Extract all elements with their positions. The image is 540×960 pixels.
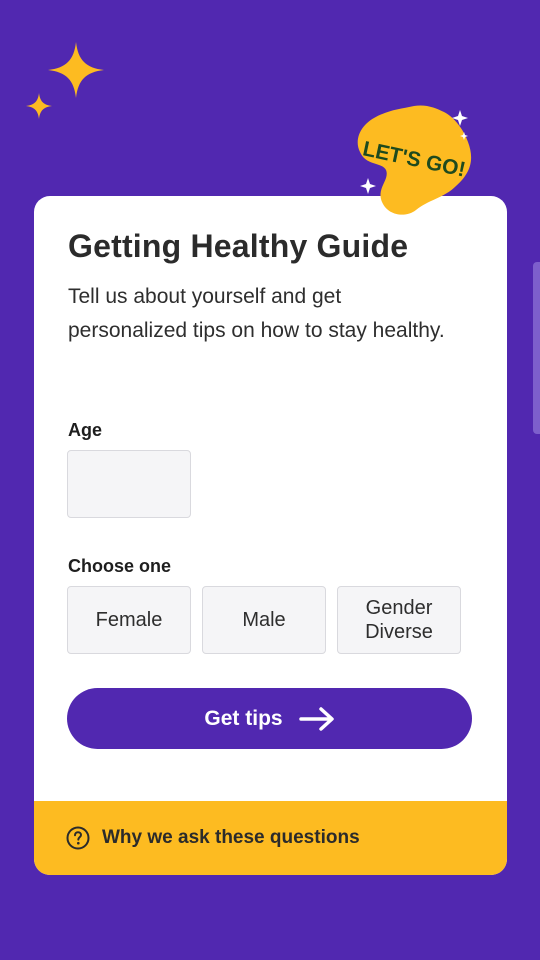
option-gender-diverse[interactable]: Gender Diverse (337, 586, 461, 654)
get-tips-label: Get tips (204, 706, 283, 730)
why-we-ask-text: Why we ask these questions (102, 827, 360, 848)
age-label: Age (68, 420, 103, 440)
sparkle-small-icon (26, 93, 52, 119)
question-circle-icon (66, 826, 90, 850)
arrow-right-icon (298, 706, 334, 731)
get-tips-button[interactable]: Get tips (67, 688, 472, 749)
age-input[interactable] (67, 450, 191, 518)
choose-one-label: Choose one (68, 556, 172, 576)
page-title: Getting Healthy Guide (68, 228, 409, 264)
lets-go-badge: LET'S GO! (357, 105, 472, 215)
page-subtitle: Tell us about yourself and get personali… (68, 285, 445, 342)
why-we-ask-link[interactable]: Why we ask these questions (34, 801, 507, 875)
option-female[interactable]: Female (67, 586, 191, 654)
form-card: Getting Healthy Guide Tell us about your… (34, 196, 507, 875)
option-male[interactable]: Male (202, 586, 326, 654)
scrollbar[interactable] (533, 262, 540, 434)
sparkle-large-icon (48, 42, 104, 98)
